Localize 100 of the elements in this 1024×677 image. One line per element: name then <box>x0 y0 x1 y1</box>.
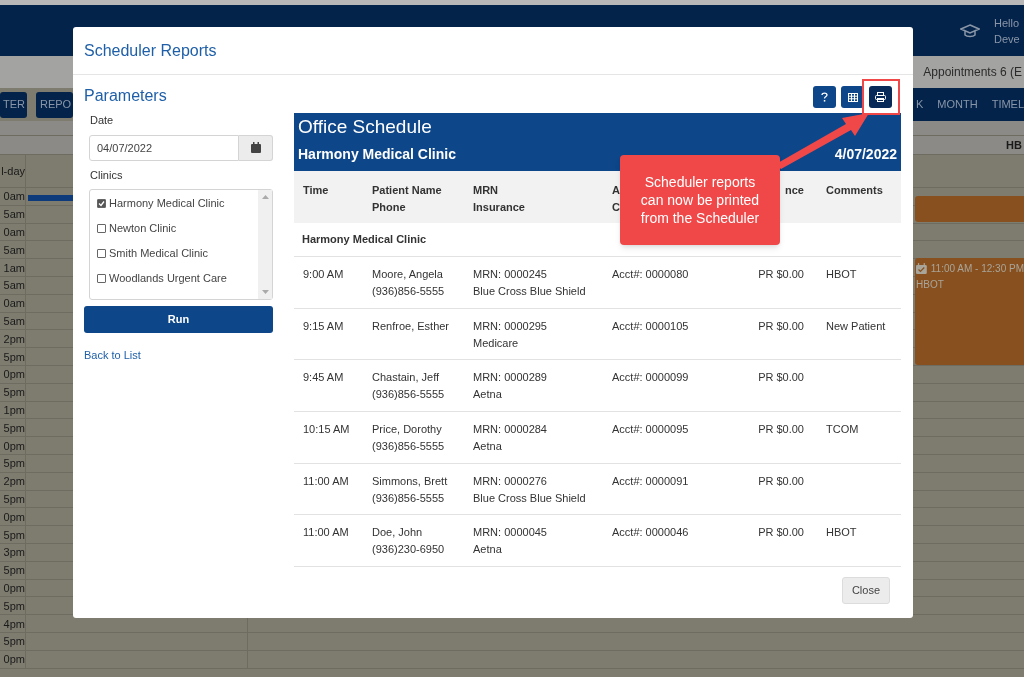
column-header[interactable]: C <box>612 199 620 216</box>
appointments-label: Appointments 6 (E <box>923 64 1022 81</box>
run-button[interactable]: Run <box>84 306 273 333</box>
help-button[interactable] <box>813 86 836 108</box>
column-header: HB <box>1006 137 1022 153</box>
table-cell-text: 9:45 AM <box>303 370 345 386</box>
date-field[interactable]: 04/07/2022 <box>89 134 239 161</box>
toolbar-button[interactable]: TER <box>0 91 27 118</box>
time-label: 4pm <box>3 617 25 630</box>
time-label: 5pm <box>3 492 25 505</box>
column-header[interactable]: Patient Name <box>372 182 442 199</box>
column-header[interactable]: Phone <box>372 199 406 216</box>
field-label: Date <box>90 113 115 128</box>
greeting-text: Hello <box>994 15 1021 31</box>
time-label: 5am <box>3 314 25 327</box>
column-header[interactable]: nce <box>785 182 804 199</box>
table-cell-text: (936)856-5555 <box>372 284 446 299</box>
greeting-text: Deve <box>994 31 1021 47</box>
table-cell-text: TCOM <box>826 422 860 438</box>
field-label: Clinics <box>90 167 124 183</box>
time-label: 5pm <box>3 528 25 541</box>
table-cell-text: Blue Cross Blue Shield <box>473 284 587 299</box>
grid-button[interactable] <box>841 86 864 108</box>
table-cell-text: HBOT <box>826 525 858 541</box>
time-label: 3pm <box>3 546 25 559</box>
time-label: 5pm <box>3 599 25 612</box>
column-header[interactable]: Insurance <box>473 199 525 216</box>
calendar-button[interactable] <box>239 134 273 161</box>
checkbox[interactable] <box>97 274 106 283</box>
calendar-check-icon <box>916 260 927 277</box>
time-label: 5pm <box>3 421 25 434</box>
time-label: 1pm <box>3 403 25 416</box>
checkbox[interactable] <box>97 249 106 258</box>
column-header[interactable]: MRN <box>473 182 499 199</box>
checkbox[interactable] <box>97 199 106 208</box>
callout-tooltip: Scheduler reports can now be printed from the Scheduler <box>620 155 780 245</box>
table-cell-text: (936)230-6950 <box>372 542 446 558</box>
column-header[interactable]: Time <box>303 182 329 199</box>
highlight-frame <box>862 79 900 115</box>
report-title: Office Schedule <box>298 116 433 138</box>
table-cell-text: Medicare <box>473 335 520 351</box>
time-label: 1am <box>3 261 25 274</box>
table-cell-text: PR $0.00 <box>758 525 804 541</box>
close-button[interactable]: Close <box>841 577 890 605</box>
table-cell-text: Aetna <box>473 542 503 558</box>
column-header[interactable]: A <box>612 182 620 199</box>
group-heading: Harmony Medical Clinic <box>302 232 427 248</box>
help-icon <box>821 92 828 102</box>
table-cell-text: Acct#: 0000099 <box>612 370 690 386</box>
time-label: 5pm <box>3 564 25 577</box>
time-label: 5pm <box>3 386 25 399</box>
column-header[interactable]: Comments <box>826 182 883 199</box>
event-title: HBOT <box>916 278 945 292</box>
section-heading: Parameters <box>84 87 168 105</box>
time-label: 0pm <box>3 439 25 452</box>
table-cell-text: (936)856-5555 <box>372 387 446 403</box>
table-cell-text: Renfroe, Esther <box>372 318 451 334</box>
table-cell-text: Doe, John <box>372 525 424 541</box>
table-cell-text: 11:00 AM <box>303 525 350 541</box>
checkbox-label[interactable]: Newton Clinic <box>109 220 177 237</box>
table-cell-text: Moore, Angela <box>372 267 444 282</box>
table-cell-text: MRN: 0000245 <box>473 267 548 282</box>
table-cell-text: Price, Dorothy <box>372 422 443 438</box>
table-cell-text: Aetna <box>473 439 503 455</box>
table-cell-text: HBOT <box>826 267 858 282</box>
table-cell-text: Chastain, Jeff <box>372 370 441 386</box>
printer-icon <box>875 92 886 102</box>
table-cell-text: Blue Cross Blue Shield <box>473 490 587 506</box>
view-tab[interactable]: MONTH <box>937 96 978 113</box>
table-cell-text: Acct#: 0000046 <box>612 525 690 541</box>
back-link[interactable]: Back to List <box>84 347 273 364</box>
print-button[interactable] <box>869 86 892 108</box>
table-cell-text: 10:15 AM <box>303 422 351 438</box>
time-label: 5am <box>3 243 25 256</box>
view-tab[interactable]: K <box>916 96 924 113</box>
toolbar-button[interactable]: REPO <box>36 91 73 118</box>
time-label: 2pm <box>3 332 25 345</box>
checkbox[interactable] <box>97 224 106 233</box>
time-label: 5pm <box>3 350 25 363</box>
dialog-title: Scheduler Reports <box>84 40 217 61</box>
report-clinic: Harmony Medical Clinic <box>298 145 456 164</box>
table-cell-text: MRN: 0000284 <box>473 422 548 438</box>
report-date: 4/07/2022 <box>834 145 897 164</box>
table-cell-text: MRN: 0000295 <box>473 318 548 334</box>
table-cell-text: Acct#: 0000095 <box>612 422 690 438</box>
table-cell-text: MRN: 0000276 <box>473 473 548 489</box>
graduation-cap-icon[interactable] <box>960 22 980 39</box>
event-time: 11:00 AM - 12:30 PM <box>930 262 1024 276</box>
time-label: 5am <box>3 208 25 221</box>
checkbox-label[interactable]: Harmony Medical Clinic <box>109 195 225 212</box>
checkbox-label[interactable]: Woodlands Urgent Care <box>109 270 227 287</box>
table-cell-text: MRN: 0000045 <box>473 525 548 541</box>
table-cell-text: 9:00 AM <box>303 267 345 282</box>
time-label: 0pm <box>3 581 25 594</box>
table-cell-text: Acct#: 0000080 <box>612 267 690 282</box>
table-cell-text: (936)856-5555 <box>372 490 446 506</box>
time-label: 0pm <box>3 653 25 666</box>
view-tab[interactable]: TIMEL <box>991 96 1024 113</box>
time-label: 0am <box>3 226 25 238</box>
checkbox-label[interactable]: Smith Medical Clinic <box>109 245 209 262</box>
